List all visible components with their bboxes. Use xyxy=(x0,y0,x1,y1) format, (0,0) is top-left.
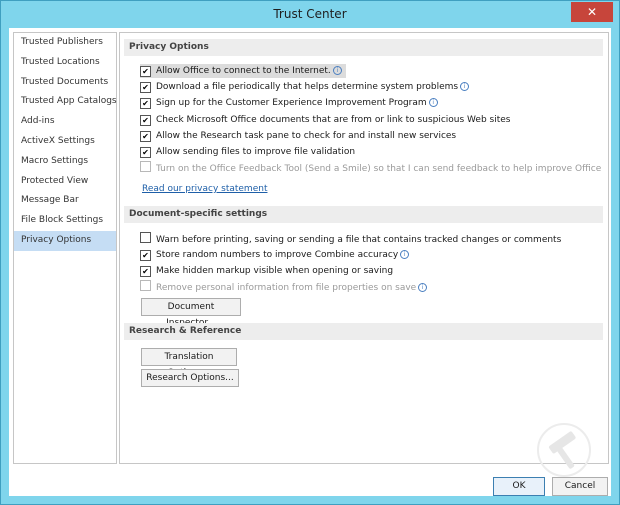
option-row[interactable]: ✔ Sign up for the Customer Experience Imp… xyxy=(140,96,438,110)
sidebar-item-add-ins[interactable]: Add-ins xyxy=(14,112,116,132)
info-icon: i xyxy=(400,250,410,259)
sidebar-item-file-block-settings[interactable]: File Block Settings xyxy=(14,211,116,231)
option-label: Remove personal information from file pr… xyxy=(156,283,417,293)
info-icon: i xyxy=(332,66,342,75)
option-label: Warn before printing, saving or sending … xyxy=(156,235,562,245)
close-icon: ✕ xyxy=(586,5,598,19)
sidebar-item-message-bar[interactable]: Message Bar xyxy=(14,191,116,211)
dialog-client-area: Trusted Publishers Trusted Locations Trust… xyxy=(9,28,611,496)
checkbox[interactable] xyxy=(140,280,151,291)
option-row[interactable]: ✔ Download a file periodically that helps… xyxy=(140,80,470,94)
option-label: Sign up for the Customer Experience Impr… xyxy=(156,98,427,108)
option-row[interactable]: ✔ Allow Office to connect to the Internet… xyxy=(140,64,346,78)
privacy-statement-link[interactable]: Read our privacy statement xyxy=(142,184,267,194)
option-row[interactable]: Turn on the Office Feedback Tool (Send a… xyxy=(140,161,601,175)
sidebar-item-protected-view[interactable]: Protected View xyxy=(14,172,116,192)
translation-options-button[interactable]: Translation Options... xyxy=(141,348,237,378)
option-label: Turn on the Office Feedback Tool (Send a… xyxy=(156,164,602,174)
sidebar-item-privacy-options[interactable]: Privacy Options xyxy=(14,230,116,251)
checkbox[interactable] xyxy=(140,161,151,172)
trust-center-window: Trust Center ✕ Trusted Publishers Trusted… xyxy=(0,0,620,505)
sidebar-item-activex-settings[interactable]: ActiveX Settings xyxy=(14,132,116,152)
option-row[interactable]: ✔ Check Microsoft Office documents that a… xyxy=(140,113,511,127)
option-label: Store random numbers to improve Combine … xyxy=(156,250,399,260)
option-row[interactable]: Remove personal information from file pr… xyxy=(140,280,428,294)
document-settings-header: Document-specific settings xyxy=(124,206,603,223)
checkbox[interactable]: ✔ xyxy=(140,82,151,93)
option-label: Allow the Research task pane to check fo… xyxy=(156,131,457,141)
content-panel: Privacy Options ✔ Allow Office to connect… xyxy=(119,32,609,464)
research-reference-header: Research & Reference xyxy=(124,323,603,340)
option-label: Make hidden markup visible when opening … xyxy=(156,266,394,276)
checkbox[interactable] xyxy=(140,232,151,243)
info-icon: i xyxy=(428,98,438,107)
window-title: Trust Center xyxy=(273,7,347,21)
option-label: Allow sending files to improve file vali… xyxy=(156,147,356,157)
info-icon: i xyxy=(460,82,470,91)
sidebar-item-trusted-publishers[interactable]: Trusted Publishers xyxy=(14,33,116,53)
option-row[interactable]: Warn before printing, saving or sending … xyxy=(140,232,561,246)
option-row[interactable]: ✔ Make hidden markup visible when opening… xyxy=(140,264,393,278)
checkbox[interactable]: ✔ xyxy=(140,250,151,261)
sidebar-item-trusted-app-catalogs[interactable]: Trusted App Catalogs xyxy=(14,92,117,112)
checkbox[interactable]: ✔ xyxy=(140,98,151,109)
research-options-button[interactable]: Research Options... xyxy=(141,369,239,387)
ok-button[interactable]: OK xyxy=(493,477,545,496)
checkbox[interactable]: ✔ xyxy=(140,131,151,142)
sidebar-item-macro-settings[interactable]: Macro Settings xyxy=(14,152,116,172)
sidebar-item-trusted-locations[interactable]: Trusted Locations xyxy=(14,53,116,73)
close-button[interactable]: ✕ xyxy=(571,2,613,22)
checkbox[interactable]: ✔ xyxy=(140,66,151,77)
option-row[interactable]: ✔ Store random numbers to improve Combine… xyxy=(140,248,410,262)
checkbox[interactable]: ✔ xyxy=(140,115,151,126)
privacy-options-header: Privacy Options xyxy=(124,39,603,56)
cancel-button[interactable]: Cancel xyxy=(552,477,608,496)
checkbox[interactable]: ✔ xyxy=(140,266,151,277)
option-label: Allow Office to connect to the Internet. xyxy=(156,66,331,76)
checkbox[interactable]: ✔ xyxy=(140,147,151,158)
option-row[interactable]: ✔ Allow sending files to improve file val… xyxy=(140,145,355,159)
document-inspector-button[interactable]: Document Inspector... xyxy=(141,298,241,328)
info-icon: i xyxy=(418,283,428,292)
option-label: Check Microsoft Office documents that ar… xyxy=(156,115,511,125)
sidebar-item-trusted-documents[interactable]: Trusted Documents xyxy=(14,73,116,93)
option-row[interactable]: ✔ Allow the Research task pane to check f… xyxy=(140,129,456,143)
sidebar: Trusted Publishers Trusted Locations Trust… xyxy=(13,32,117,464)
hammer-watermark-icon xyxy=(537,423,591,477)
title-bar[interactable]: Trust Center ✕ xyxy=(1,1,619,27)
option-label: Download a file periodically that helps … xyxy=(156,82,459,92)
